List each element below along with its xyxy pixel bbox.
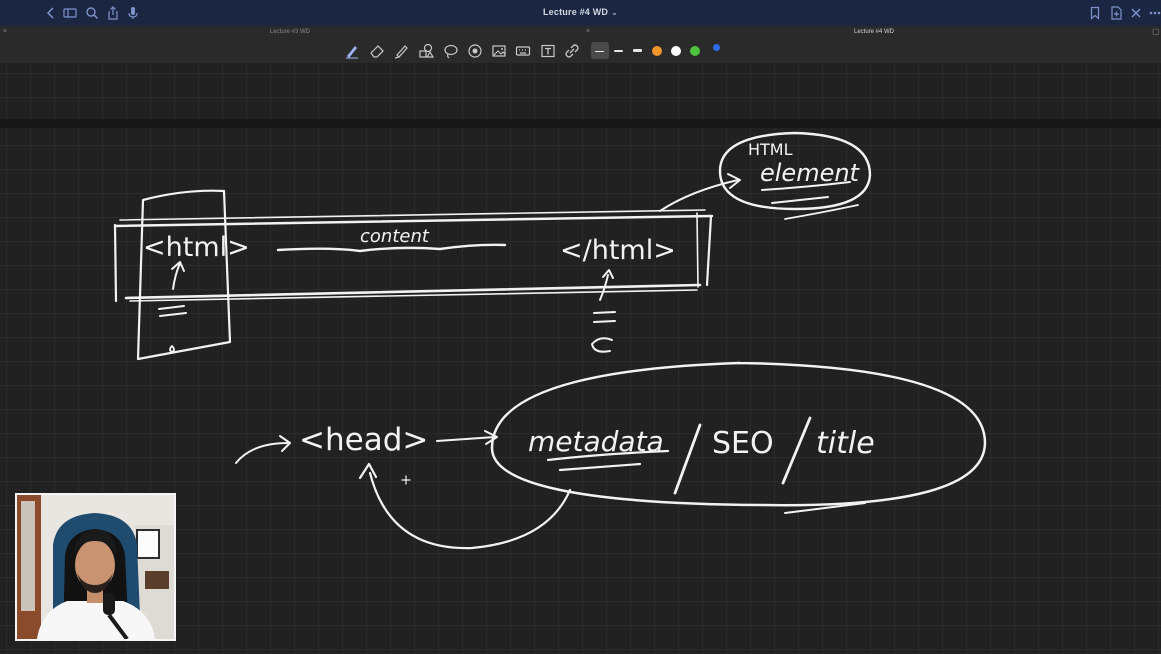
- shapes-icon[interactable]: [418, 43, 434, 59]
- ink-strokes: [113, 131, 987, 550]
- pen-icon[interactable]: [344, 43, 360, 59]
- open-tag-equals-1: [158, 305, 185, 310]
- lasso-icon[interactable]: [443, 43, 459, 59]
- blue-color-swatch[interactable]: [713, 44, 720, 51]
- new-tab-icon[interactable]: ▢: [1152, 26, 1160, 38]
- thin-stroke[interactable]: [595, 51, 604, 52]
- more-icon[interactable]: [1148, 6, 1161, 20]
- link-icon[interactable]: [564, 43, 580, 59]
- green-color-swatch[interactable]: [690, 46, 700, 56]
- seo-text: SEO: [712, 426, 774, 461]
- close-tag-equals-2: [593, 320, 616, 323]
- separator-1: [673, 423, 702, 495]
- open-tag-column: [136, 189, 232, 361]
- separator-2: [781, 416, 812, 485]
- element-pointer-arrow: [659, 179, 739, 212]
- content-text: content: [360, 226, 430, 247]
- loop-back-arrowhead: [358, 462, 378, 480]
- white-color-swatch[interactable]: [671, 46, 681, 56]
- notes-app: Lecture #4 WD ⌄ × Lecture #3 WD × Lecture…: [0, 0, 1161, 654]
- presenter-video-frame: [17, 495, 174, 639]
- orange-color-swatch[interactable]: [652, 46, 662, 56]
- element-bar-right-stroke: [705, 214, 713, 287]
- head-tag-text: <head>: [299, 422, 428, 458]
- head-out-arrow: [436, 436, 496, 442]
- chevron-down-icon[interactable]: ⌄: [611, 8, 618, 17]
- tab-label: Lecture #4 WD: [853, 29, 895, 35]
- close-tag-c: [591, 337, 613, 353]
- document-title-text: Lecture #4 WD: [542, 7, 609, 17]
- open-tag-text: <html>: [143, 232, 250, 263]
- highlighter-icon[interactable]: [393, 43, 409, 59]
- keyboard-icon[interactable]: [515, 43, 531, 59]
- new-page-icon[interactable]: [1109, 6, 1123, 20]
- medium-stroke[interactable]: [614, 50, 623, 52]
- bookmark-icon[interactable]: [1088, 6, 1102, 20]
- close-tag-equals-1: [593, 311, 616, 314]
- element-bar-top-stroke: [113, 214, 714, 228]
- metadata-underline-2: [558, 462, 642, 472]
- cursor-crosshair: [401, 475, 411, 485]
- title-bar: Lecture #4 WD ⌄: [0, 0, 1161, 26]
- open-tag-equals-2: [159, 312, 187, 317]
- element-bar-left-stroke: [113, 223, 118, 303]
- tab-label: Lecture #3 WD: [269, 29, 311, 35]
- close-tag-text: </html>: [560, 235, 676, 266]
- drawing-toolbar: [0, 39, 1161, 63]
- open-tag-dot: [169, 345, 175, 353]
- html-element-label-html: HTML: [748, 140, 793, 159]
- html-element-label-element: element: [760, 159, 861, 187]
- image-icon[interactable]: [491, 43, 507, 59]
- tab-bar: × Lecture #3 WD × Lecture #4 WD ▢: [0, 26, 1161, 39]
- element-bar-right-stroke-2: [696, 212, 699, 288]
- title-text: title: [816, 426, 875, 461]
- text-box-icon[interactable]: [540, 43, 556, 59]
- element-underline-2: [771, 196, 829, 204]
- presenter-webcam: [15, 493, 176, 641]
- laser-pointer-icon[interactable]: [467, 43, 483, 59]
- document-title[interactable]: Lecture #4 WD ⌄: [0, 7, 1161, 17]
- tab-lecture-3[interactable]: Lecture #3 WD: [0, 26, 580, 39]
- thick-stroke[interactable]: [633, 49, 642, 52]
- tab-lecture-4[interactable]: Lecture #4 WD: [584, 26, 1161, 39]
- close-icon[interactable]: [1129, 6, 1143, 20]
- head-in-arrow: [235, 442, 289, 464]
- metadata-text: metadata: [528, 425, 664, 458]
- eraser-icon[interactable]: [369, 43, 385, 59]
